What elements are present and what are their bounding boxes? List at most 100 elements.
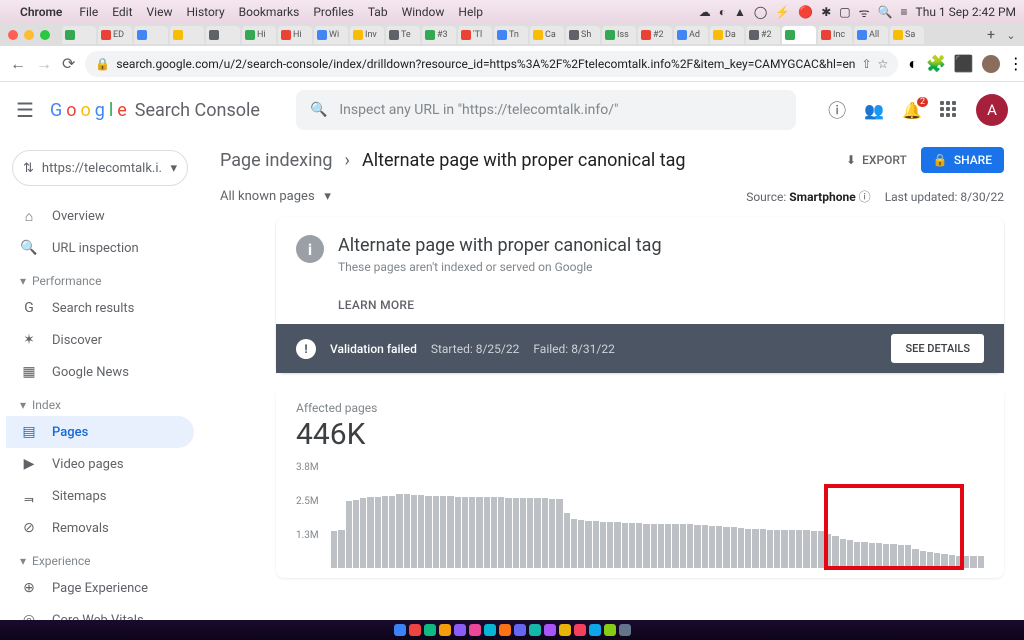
affected-value: 446K <box>296 417 984 452</box>
address-bar[interactable]: 🔒 search.google.com/u/2/search-console/i… <box>85 51 898 77</box>
notifications-button[interactable]: 🔔 2 <box>902 101 922 120</box>
browser-tab[interactable]: Te <box>386 26 420 44</box>
share-page-icon[interactable]: ⇧ <box>861 57 871 71</box>
filter-dropdown[interactable]: All known pages ▾ <box>220 189 331 204</box>
sidebar-item-discover[interactable]: ✶Discover <box>6 324 194 356</box>
search-icon: 🔍 <box>20 240 38 256</box>
breadcrumb-parent[interactable]: Page indexing <box>220 150 333 171</box>
apps-icon[interactable] <box>940 101 958 119</box>
vitals-icon: ◎ <box>20 612 38 620</box>
last-updated: Last updated: 8/30/22 <box>885 190 1004 204</box>
tabs-menu-button[interactable]: ⌄ <box>1002 29 1020 42</box>
video-icon: ▶ <box>20 456 38 472</box>
account-avatar[interactable]: A <box>976 94 1008 126</box>
news-icon: ▦ <box>20 364 38 380</box>
sidebar-item-video-pages[interactable]: ▶Video pages <box>6 448 194 480</box>
help-icon[interactable]: ⓘ <box>859 190 871 204</box>
sidebar-item-sitemaps[interactable]: ᆿSitemaps <box>6 480 194 512</box>
browser-tab[interactable]: Sh <box>566 26 600 44</box>
browser-tab[interactable]: Ad <box>674 26 708 44</box>
browser-tab[interactable]: ED <box>98 26 132 44</box>
browser-tab[interactable]: #2 <box>746 26 780 44</box>
status-title: Alternate page with proper canonical tag <box>338 235 662 256</box>
sidebar-item-overview[interactable]: ⌂Overview <box>6 200 194 232</box>
browser-tab[interactable]: Sa <box>890 26 924 44</box>
sidebar-item-removals[interactable]: ⊘Removals <box>6 512 194 544</box>
browser-tab[interactable] <box>206 26 240 44</box>
browser-tab[interactable]: Da <box>710 26 744 44</box>
browser-tab[interactable]: Ca <box>530 26 564 44</box>
sidebar-section-performance[interactable]: ▾Performance <box>6 264 194 292</box>
browser-tab[interactable]: All <box>854 26 888 44</box>
browser-tab[interactable] <box>782 26 816 44</box>
browser-tab[interactable]: #3 <box>422 26 456 44</box>
google-icon: G <box>20 300 38 316</box>
browser-tab[interactable] <box>62 26 96 44</box>
browser-tab[interactable] <box>170 26 204 44</box>
browser-tab[interactable]: Hi <box>278 26 312 44</box>
sidebar-item-url-inspection[interactable]: 🔍URL inspection <box>6 232 194 264</box>
sidebar: ⇅ https://telecomtalk.i… ▾ ⌂Overview 🔍UR… <box>0 138 200 620</box>
browser-tab[interactable]: Wi <box>314 26 348 44</box>
browser-tab[interactable]: #2 <box>638 26 672 44</box>
affected-pages-card: Affected pages 446K 3.8M 2.5M 1.3M <box>276 387 1004 578</box>
window-controls[interactable] <box>8 30 50 40</box>
new-tab-button[interactable]: + <box>982 27 1000 43</box>
plus-circle-icon: ⊕ <box>20 580 38 596</box>
learn-more-link[interactable]: LEARN MORE <box>338 298 1004 312</box>
gsc-header: ☰ Google Search Console 🔍 Inspect any UR… <box>0 82 1024 138</box>
inspect-url-input[interactable]: 🔍 Inspect any URL in "https://telecomtal… <box>296 90 796 130</box>
browser-tab[interactable] <box>134 26 168 44</box>
browser-tab[interactable]: Tn <box>494 26 528 44</box>
breadcrumb: Page indexing › Alternate page with prop… <box>220 138 686 182</box>
lock-icon: 🔒 <box>95 57 110 71</box>
sidebar-item-google-news[interactable]: ▦Google News <box>6 356 194 388</box>
browser-tab[interactable]: Inc <box>818 26 852 44</box>
pages-icon: ▤ <box>20 424 38 440</box>
extension-icons[interactable]: ◐🧩⬛ ⋮ <box>908 54 1024 74</box>
share-button[interactable]: 🔒SHARE <box>921 147 1004 173</box>
source-label: Source: Smartphone ⓘ <box>746 188 870 205</box>
download-icon: ⬇ <box>846 153 856 167</box>
discover-icon: ✶ <box>20 332 38 348</box>
forward-button[interactable]: → <box>36 54 52 74</box>
notification-badge: 2 <box>917 97 928 107</box>
property-selector[interactable]: ⇅ https://telecomtalk.i… ▾ <box>12 150 188 186</box>
sidebar-item-search-results[interactable]: GSearch results <box>6 292 194 324</box>
reload-button[interactable]: ⟳ <box>62 54 75 73</box>
browser-tab[interactable]: Iss <box>602 26 636 44</box>
users-icon[interactable]: 👥 <box>864 101 884 120</box>
browser-tab[interactable]: Hi <box>242 26 276 44</box>
affected-label: Affected pages <box>296 401 984 415</box>
profile-avatar-icon[interactable] <box>982 55 1000 73</box>
sidebar-section-index[interactable]: ▾Index <box>6 388 194 416</box>
chevron-right-icon: › <box>345 150 350 171</box>
breadcrumb-current: Alternate page with proper canonical tag <box>362 150 686 171</box>
browser-tab[interactable]: 'Tl <box>458 26 492 44</box>
browser-tab-strip[interactable]: EDHiHiWiInvTe#3'TlTnCaShIss#2AdDa#2IncAl… <box>0 24 1024 46</box>
hamburger-icon[interactable]: ☰ <box>16 98 34 122</box>
browser-toolbar: ← → ⟳ 🔒 search.google.com/u/2/search-con… <box>0 46 1024 82</box>
sidebar-section-experience[interactable]: ▾Experience <box>6 544 194 572</box>
lock-icon: 🔒 <box>933 153 948 167</box>
mac-dock[interactable] <box>0 620 1024 640</box>
sitemap-icon: ᆿ <box>20 486 38 506</box>
kebab-icon[interactable]: ⋮ <box>1008 54 1024 73</box>
see-details-button[interactable]: SEE DETAILS <box>891 334 984 363</box>
mac-menu-items[interactable]: Chrome FileEditViewHistoryBookmarksProfi… <box>20 5 497 19</box>
minimize-icon <box>24 30 34 40</box>
star-icon[interactable]: ☆ <box>878 57 889 71</box>
gsc-logo[interactable]: Google Search Console <box>50 100 260 121</box>
back-button[interactable]: ← <box>10 54 26 74</box>
sidebar-item-page-experience[interactable]: ⊕Page Experience <box>6 572 194 604</box>
main-content: Page indexing › Alternate page with prop… <box>200 138 1024 620</box>
help-icon[interactable]: ⓘ <box>828 97 846 123</box>
sidebar-item-core-web-vitals[interactable]: ◎Core Web Vitals <box>6 604 194 620</box>
property-icon: ⇅ <box>23 161 34 176</box>
validation-status: Validation failed <box>330 342 417 356</box>
mac-status-icons[interactable]: ☁◐▲◯⚡🔴✱▢ᯤ🔍≡ Thu 1 Sep 2:42 PM <box>699 4 1016 21</box>
sidebar-item-pages[interactable]: ▤Pages <box>6 416 194 448</box>
mac-menubar: Chrome FileEditViewHistoryBookmarksProfi… <box>0 0 1024 24</box>
export-button[interactable]: ⬇EXPORT <box>846 153 907 167</box>
browser-tab[interactable]: Inv <box>350 26 384 44</box>
